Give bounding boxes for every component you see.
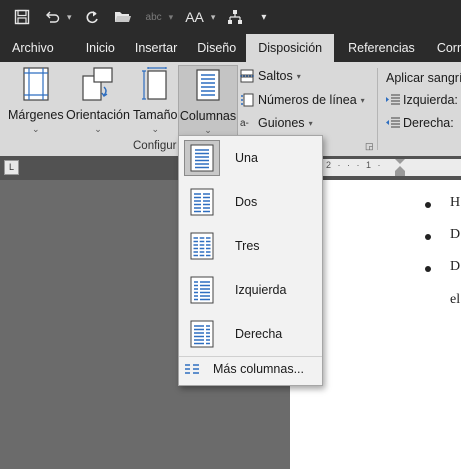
hierarchy-icon[interactable] bbox=[227, 5, 243, 29]
indent-left-control[interactable]: Izquierda: bbox=[386, 93, 458, 107]
columns-option-label: Derecha bbox=[235, 327, 283, 341]
chevron-down-icon: ▾ bbox=[360, 95, 365, 105]
menu-divider bbox=[179, 356, 322, 357]
quick-access-toolbar: ▾ abc ▾ A͏A ▾ ▾ bbox=[0, 0, 461, 34]
save-icon[interactable] bbox=[14, 5, 30, 29]
columns-option-dos[interactable]: Dos bbox=[183, 182, 318, 222]
tab-diseno[interactable]: Diseño bbox=[187, 34, 246, 62]
indent-right-icon bbox=[386, 117, 400, 128]
chevron-down-icon: ▾ bbox=[296, 71, 301, 81]
ribbon-tabs: Archivo Inicio Insertar Diseño Disposici… bbox=[0, 34, 461, 62]
columns-option-label: Tres bbox=[235, 239, 260, 253]
bullet-text: D bbox=[450, 259, 461, 274]
bullet-text: D bbox=[450, 227, 461, 242]
margins-button[interactable]: Márgenes ⌄ bbox=[8, 66, 64, 135]
columns-option-una[interactable]: Una bbox=[183, 138, 318, 178]
tab-insertar[interactable]: Insertar bbox=[125, 34, 187, 62]
dialog-launcher-icon[interactable]: ◲ bbox=[365, 141, 374, 152]
more-columns-label: Más columnas... bbox=[213, 362, 305, 376]
bullet-icon bbox=[425, 202, 431, 208]
bullet-icon bbox=[425, 266, 431, 272]
page-size-icon bbox=[139, 66, 171, 102]
breaks-icon bbox=[240, 69, 254, 83]
open-folder-icon[interactable] bbox=[114, 5, 132, 29]
indent-left-label: Izquierda: bbox=[403, 93, 458, 107]
orientation-label: Orientación bbox=[66, 108, 130, 122]
size-button[interactable]: Tamaño ⌄ bbox=[133, 66, 177, 135]
line-numbers-label: Números de línea bbox=[258, 93, 357, 107]
page-setup-group-label: Configur bbox=[133, 140, 177, 152]
spelling-icon[interactable]: abc bbox=[146, 5, 162, 29]
text-direction-dropdown-icon[interactable]: ▾ bbox=[211, 12, 216, 23]
horizontal-ruler[interactable]: 2 · · · 1 · bbox=[322, 159, 461, 176]
more-columns-item[interactable]: Más columnas... bbox=[185, 362, 304, 376]
tab-inicio[interactable]: Inicio bbox=[76, 34, 125, 62]
customize-icon[interactable]: ▾ bbox=[261, 5, 266, 29]
columns-option-label: Dos bbox=[235, 195, 258, 209]
text-direction-icon[interactable]: A͏A bbox=[185, 5, 204, 29]
indent-group-title: Aplicar sangrí bbox=[386, 71, 461, 85]
chevron-down-icon: ▾ bbox=[308, 118, 313, 128]
columns-button[interactable]: Columnas ⌄ bbox=[178, 65, 238, 138]
chevron-down-icon: ⌄ bbox=[151, 124, 160, 134]
chevron-down-icon: ⌄ bbox=[94, 124, 102, 134]
indent-marker-icon[interactable] bbox=[395, 159, 405, 176]
hyphenation-button[interactable]: a- Guiones ▾ bbox=[240, 116, 313, 130]
indent-left-icon bbox=[386, 94, 400, 105]
right-column-icon bbox=[184, 316, 220, 352]
tab-referencias[interactable]: Referencias bbox=[334, 34, 427, 62]
tab-selector-icon[interactable]: L bbox=[4, 160, 19, 175]
breaks-label: Saltos bbox=[258, 69, 293, 83]
redo-icon[interactable] bbox=[84, 5, 100, 29]
margins-icon bbox=[20, 66, 52, 102]
columns-option-derecha[interactable]: Derecha bbox=[183, 314, 318, 354]
orientation-icon bbox=[82, 66, 114, 102]
undo-dropdown-icon[interactable]: ▾ bbox=[67, 12, 72, 23]
line-numbers-button[interactable]: Números de línea ▾ bbox=[240, 93, 365, 107]
line-numbers-icon bbox=[241, 93, 254, 107]
more-columns-icon bbox=[185, 364, 199, 374]
columns-option-label: Una bbox=[235, 151, 258, 165]
columns-option-label: Izquierda bbox=[235, 283, 287, 297]
margins-label: Márgenes bbox=[8, 108, 64, 122]
orientation-button[interactable]: Orientación ⌄ bbox=[66, 66, 130, 135]
group-divider bbox=[377, 68, 378, 150]
columns-option-tres[interactable]: Tres bbox=[183, 226, 318, 266]
columns-icon bbox=[192, 67, 224, 103]
breaks-button[interactable]: Saltos ▾ bbox=[240, 69, 301, 83]
columns-label: Columnas bbox=[179, 109, 237, 123]
continuation-text: el bbox=[450, 292, 461, 307]
tab-correspondencia[interactable]: Corr bbox=[427, 34, 461, 62]
columns-dropdown-menu: Una Dos Tres Izquierda Derecha Más colum… bbox=[178, 135, 323, 386]
undo-icon[interactable] bbox=[44, 5, 60, 29]
three-columns-icon bbox=[184, 228, 220, 264]
hyphenation-icon: a- bbox=[240, 117, 249, 129]
bullet-icon bbox=[425, 234, 431, 240]
spelling-dropdown-icon[interactable]: ▾ bbox=[169, 12, 174, 23]
ruler-marks: 2 · · · 1 · bbox=[326, 160, 383, 170]
tab-disposicion[interactable]: Disposición bbox=[246, 34, 335, 62]
one-column-icon bbox=[184, 140, 220, 176]
tab-archivo[interactable]: Archivo bbox=[0, 34, 64, 62]
indent-right-label: Derecha: bbox=[403, 116, 454, 130]
hyphenation-label: Guiones bbox=[258, 116, 305, 130]
two-columns-icon bbox=[184, 184, 220, 220]
size-label: Tamaño bbox=[133, 108, 178, 122]
indent-right-control[interactable]: Derecha: bbox=[386, 116, 454, 130]
bullet-text: H bbox=[450, 195, 461, 210]
columns-option-izquierda[interactable]: Izquierda bbox=[183, 270, 318, 310]
left-column-icon bbox=[184, 272, 220, 308]
chevron-down-icon: ⌄ bbox=[32, 124, 40, 134]
